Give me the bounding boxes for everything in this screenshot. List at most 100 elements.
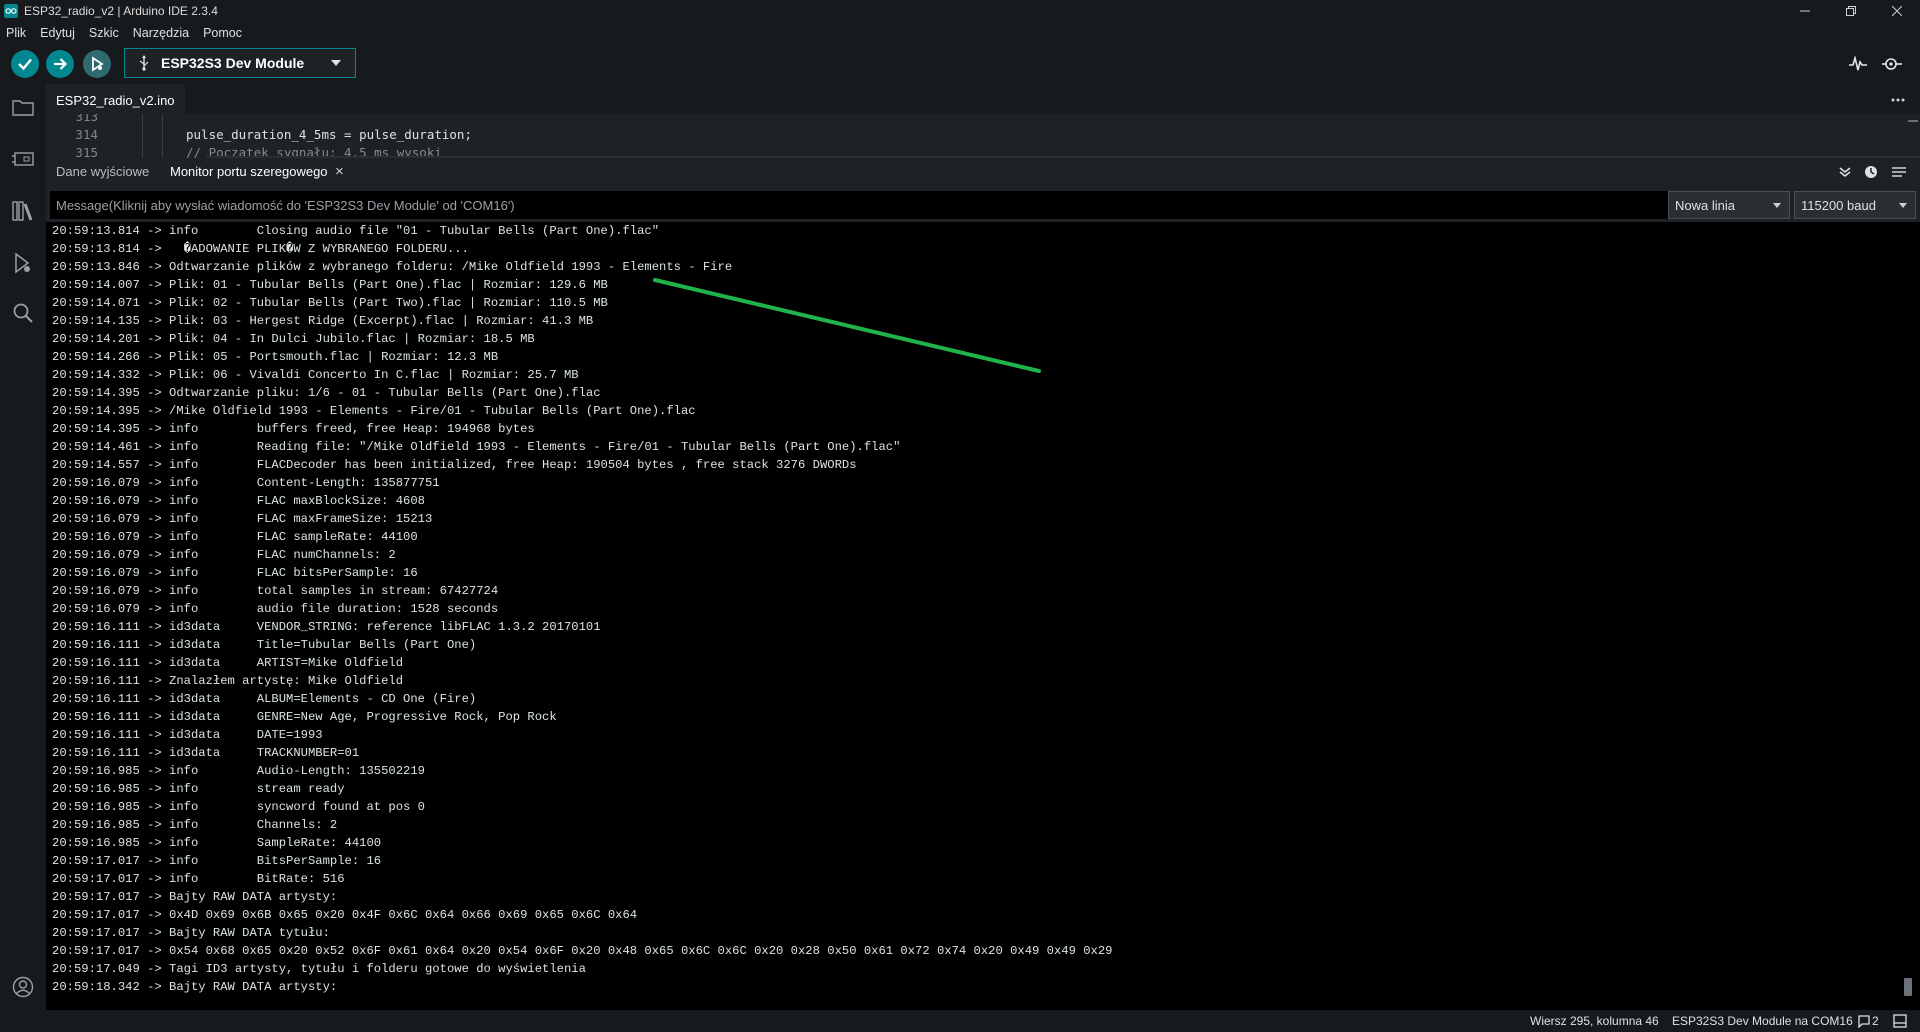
- toggle-autoscroll-icon[interactable]: [1836, 163, 1854, 181]
- account-icon[interactable]: [10, 974, 36, 1000]
- baud-rate-select[interactable]: 115200 baud: [1794, 191, 1916, 219]
- board-manager-icon[interactable]: [10, 146, 36, 172]
- debug-play-icon: [92, 56, 104, 72]
- serial-line: 20:59:14.007 -> Plik: 01 - Tubular Bells…: [52, 278, 608, 292]
- restore-button[interactable]: [1828, 0, 1874, 22]
- sidebar: [0, 84, 46, 1012]
- serial-line: 20:59:16.079 -> info audio file duration…: [52, 602, 499, 616]
- verify-button[interactable]: [11, 50, 39, 78]
- serial-line: 20:59:16.111 -> id3data ALBUM=Elements -…: [52, 692, 477, 706]
- serial-line: 20:59:16.111 -> id3data GENRE=New Age, P…: [52, 710, 557, 724]
- debug-icon[interactable]: [10, 250, 36, 276]
- serial-line: 20:59:17.017 -> info BitRate: 516: [52, 872, 345, 886]
- arduino-logo-icon: [4, 4, 18, 18]
- board-selector[interactable]: ESP32S3 Dev Module: [124, 48, 356, 78]
- serial-line: 20:59:14.395 -> /Mike Oldfield 1993 - El…: [52, 404, 696, 418]
- file-tab-ino[interactable]: ESP32_radio_v2.ino: [46, 84, 185, 114]
- serial-line: 20:59:16.111 -> id3data DATE=1993: [52, 728, 323, 742]
- serial-line: 20:59:17.017 -> Bajty RAW DATA artysty:: [52, 890, 338, 904]
- menu-narzedzia[interactable]: Narzędzia: [126, 22, 196, 44]
- serial-line: 20:59:16.985 -> info Audio-Length: 13550…: [52, 764, 425, 778]
- debug-button[interactable]: [83, 50, 111, 78]
- serial-line: 20:59:17.017 -> Bajty RAW DATA tytułu:: [52, 926, 330, 940]
- more-options-icon[interactable]: [1888, 90, 1908, 110]
- serial-line: 20:59:14.395 -> Odtwarzanie pliku: 1/6 -…: [52, 386, 601, 400]
- toggle-timestamp-icon[interactable]: [1862, 163, 1880, 181]
- message-row: Nowa linia 115200 baud: [46, 190, 1920, 220]
- serial-line: 20:59:14.201 -> Plik: 04 - In Dulci Jubi…: [52, 332, 535, 346]
- serial-line: 20:59:16.079 -> info FLAC maxFrameSize: …: [52, 512, 433, 526]
- serial-line: 20:59:16.985 -> info stream ready: [52, 782, 345, 796]
- tab-output[interactable]: Dane wyjściowe: [56, 158, 149, 186]
- close-tab-icon[interactable]: ×: [335, 158, 344, 186]
- notification-count: 2: [1872, 1014, 1879, 1028]
- board-port-status[interactable]: ESP32S3 Dev Module na COM16: [1672, 1010, 1853, 1032]
- line-ending-value: Nowa linia: [1675, 197, 1735, 213]
- serial-lines: 20:59:13.814 -> info Closing audio file …: [52, 222, 1113, 996]
- serial-line: 20:59:14.266 -> Plik: 05 - Portsmouth.fl…: [52, 350, 499, 364]
- board-name: ESP32S3 Dev Module: [161, 55, 305, 71]
- serial-output[interactable]: 20:59:13.814 -> info Closing audio file …: [46, 222, 1920, 1012]
- serial-line: 20:59:17.017 -> 0x4D 0x69 0x6B 0x65 0x20…: [52, 908, 638, 922]
- minimize-button[interactable]: [1782, 0, 1828, 22]
- code-text: pulse_duration_4_5ms = pulse_duration;: [186, 127, 472, 142]
- serial-line: 20:59:18.342 -> Bajty RAW DATA artysty:: [52, 980, 338, 994]
- chevron-down-icon: [1773, 203, 1781, 208]
- code-editor[interactable]: 313 314 pulse_duration_4_5ms = pulse_dur…: [46, 114, 1920, 158]
- menu-plik[interactable]: Plik: [0, 22, 33, 44]
- clear-output-icon[interactable]: [1890, 163, 1908, 181]
- cursor-position[interactable]: Wiersz 295, kolumna 46: [1530, 1010, 1659, 1032]
- line-number: 314: [75, 127, 98, 142]
- upload-button[interactable]: [46, 50, 74, 78]
- line-number: 315: [75, 145, 98, 158]
- panel-header: Dane wyjściowe Monitor portu szeregowego…: [46, 158, 1920, 186]
- baud-rate-value: 115200 baud: [1801, 197, 1876, 213]
- panel-toggle-icon[interactable]: [1892, 1013, 1908, 1029]
- serial-line: 20:59:16.985 -> info syncword found at p…: [52, 800, 425, 814]
- serial-line: 20:59:13.814 -> �ADOWANIE PLIK�W Z WYBRA…: [52, 242, 469, 256]
- serial-plotter-icon: [1849, 56, 1867, 71]
- serial-line: 20:59:14.071 -> Plik: 02 - Tubular Bells…: [52, 296, 608, 310]
- editor-scrollbar[interactable]: [1908, 120, 1918, 122]
- serial-line: 20:59:16.111 -> id3data TRACKNUMBER=01: [52, 746, 360, 760]
- code-line: 313: [46, 114, 1920, 126]
- close-button[interactable]: [1874, 0, 1920, 22]
- file-tabs: ESP32_radio_v2.ino: [46, 84, 1920, 114]
- serial-line: 20:59:16.079 -> info FLAC bitsPerSample:…: [52, 566, 418, 580]
- menu-szkic[interactable]: Szkic: [82, 22, 126, 44]
- serial-line: 20:59:17.017 -> 0x54 0x68 0x65 0x20 0x52…: [52, 944, 1113, 958]
- search-icon[interactable]: [10, 300, 36, 326]
- toolbar: ESP32S3 Dev Module: [0, 44, 1920, 84]
- title-bar: ESP32_radio_v2 | Arduino IDE 2.3.4: [0, 0, 1920, 22]
- serial-line: 20:59:17.049 -> Tagi ID3 artysty, tytułu…: [52, 962, 586, 976]
- library-icon[interactable]: [10, 198, 36, 224]
- code-line: 314 pulse_duration_4_5ms = pulse_duratio…: [46, 126, 1920, 144]
- serial-line: 20:59:16.079 -> info FLAC numChannels: 2: [52, 548, 396, 562]
- serial-line: 20:59:14.332 -> Plik: 06 - Vivaldi Conce…: [52, 368, 579, 382]
- message-input[interactable]: [50, 191, 1668, 219]
- serial-line: 20:59:16.985 -> info SampleRate: 44100: [52, 836, 382, 850]
- serial-line: 20:59:14.395 -> info buffers freed, free…: [52, 422, 535, 436]
- serial-line: 20:59:13.814 -> info Closing audio file …: [52, 224, 660, 238]
- menu-pomoc[interactable]: Pomoc: [196, 22, 249, 44]
- serial-line: 20:59:16.111 -> id3data ARTIST=Mike Oldf…: [52, 656, 404, 670]
- check-icon: [18, 58, 32, 71]
- serial-monitor-icon: [1882, 58, 1902, 70]
- notification-icon[interactable]: [1856, 1013, 1872, 1029]
- folder-icon[interactable]: [10, 94, 36, 120]
- serial-line: 20:59:13.846 -> Odtwarzanie plików z wyb…: [52, 260, 733, 274]
- tab-serial-monitor[interactable]: Monitor portu szeregowego: [170, 158, 328, 186]
- status-bar: Wiersz 295, kolumna 46 ESP32S3 Dev Modul…: [0, 1010, 1920, 1032]
- serial-line: 20:59:16.111 -> id3data VENDOR_STRING: r…: [52, 620, 601, 634]
- line-ending-select[interactable]: Nowa linia: [1668, 191, 1790, 219]
- serial-line: 20:59:16.111 -> Znalazłem artystę: Mike …: [52, 674, 404, 688]
- menu-edytuj[interactable]: Edytuj: [33, 22, 82, 44]
- usb-icon: [137, 55, 151, 71]
- serial-scrollbar[interactable]: [1904, 978, 1912, 996]
- serial-monitor-button[interactable]: [1880, 52, 1904, 76]
- serial-plotter-button[interactable]: [1846, 52, 1870, 76]
- chevron-down-icon: [1899, 203, 1907, 208]
- chevron-down-icon: [331, 60, 341, 66]
- serial-line: 20:59:16.985 -> info Channels: 2: [52, 818, 338, 832]
- serial-line: 20:59:16.079 -> info FLAC sampleRate: 44…: [52, 530, 418, 544]
